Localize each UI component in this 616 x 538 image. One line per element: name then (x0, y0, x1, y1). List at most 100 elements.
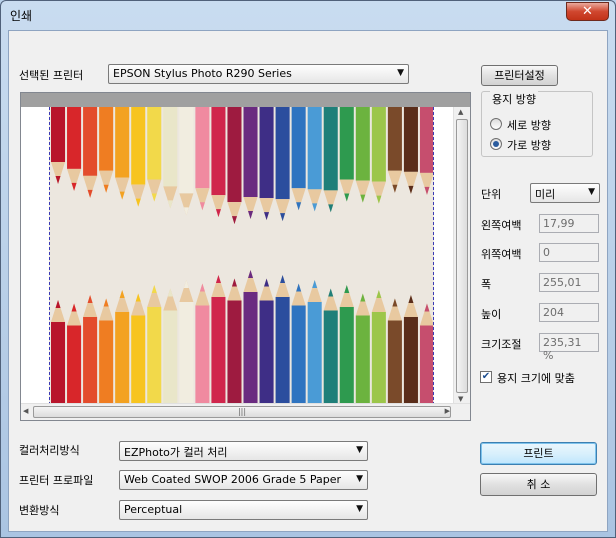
horizontal-scrollbar[interactable]: ◀ ||| ▶ (21, 403, 470, 420)
pencil-bottom (243, 292, 258, 420)
chevron-down-icon: ▼ (588, 187, 595, 197)
printer-select-value: EPSON Stylus Photo R290 Series (113, 67, 292, 80)
pencil-top (51, 107, 66, 162)
vertical-scroll-thumb[interactable] (456, 119, 468, 393)
print-preview: ▲ ▼ ◀ ||| ▶ (20, 92, 471, 421)
top-margin-field[interactable]: 0 (539, 243, 599, 262)
colored-pencils-photo (51, 107, 433, 420)
pencil-lead (183, 280, 189, 288)
print-dialog: 인쇄 ✕ 선택된 프린터 EPSON Stylus Photo R290 Ser… (0, 0, 616, 538)
chevron-down-icon: ▼ (356, 474, 363, 484)
pencil-lead (424, 186, 430, 195)
landscape-label[interactable]: 가로 방향 (507, 137, 551, 153)
pencil-top (307, 107, 322, 190)
pencil-lead (424, 303, 430, 312)
unit-select[interactable]: 미리 ▼ (530, 183, 600, 203)
scroll-left-icon[interactable]: ◀ (23, 407, 28, 415)
printer-label: 선택된 프린터 (19, 69, 84, 82)
pencil-top (131, 107, 146, 185)
cancel-button[interactable]: 취 소 (480, 473, 597, 496)
pencil-lead (312, 280, 318, 288)
pencil-top (403, 107, 418, 172)
scale-label: 크기조절 (481, 338, 522, 351)
color-handling-label: 컬러처리방식 (19, 444, 80, 457)
scroll-right-icon[interactable]: ▶ (445, 407, 450, 415)
pencil-lead (151, 193, 157, 202)
pencil-top (291, 107, 306, 189)
orientation-group-label: 용지 방향 (490, 91, 538, 107)
pencil-lead (280, 213, 286, 222)
vertical-scrollbar[interactable]: ▲ ▼ (453, 107, 470, 404)
pencil-lead (167, 200, 173, 209)
pencil-lead (55, 176, 61, 184)
pencil-lead (199, 283, 205, 292)
pencil-lead (55, 300, 61, 308)
portrait-radio[interactable] (490, 118, 502, 130)
print-button[interactable]: 프린트 (480, 442, 597, 465)
height-label: 높이 (481, 308, 502, 321)
color-handling-value: EZPhoto가 컬러 처리 (124, 446, 228, 459)
pencil-top (355, 107, 370, 181)
pencil-lead (231, 216, 237, 225)
pencil-top (67, 107, 82, 169)
scroll-down-icon[interactable]: ▼ (458, 395, 463, 403)
left-margin-field[interactable]: 17,99 (539, 214, 599, 233)
pencil-lead (199, 202, 205, 211)
pencil-lead (392, 298, 398, 307)
chevron-down-icon: ▼ (356, 504, 363, 514)
title-bar[interactable]: 인쇄 ✕ (1, 1, 615, 27)
pencil-lead (296, 283, 302, 292)
rendering-intent-value: Perceptual (124, 503, 183, 516)
pencil-lead (231, 278, 237, 287)
pencil-lead (151, 285, 157, 293)
width-label: 폭 (481, 278, 492, 291)
pencil-lead (296, 202, 302, 211)
fit-to-paper-label[interactable]: 용지 크기에 맞춤 (497, 370, 575, 386)
scale-field[interactable]: 235,31 % (539, 333, 599, 362)
pencil-lead (167, 288, 173, 297)
pencil-lead (248, 270, 254, 278)
chevron-down-icon: ▼ (356, 445, 363, 455)
pencil-top (275, 107, 290, 200)
dialog-body: 선택된 프린터 EPSON Stylus Photo R290 Series ▼… (8, 30, 608, 532)
pencil-lead (71, 303, 77, 312)
close-button[interactable]: ✕ (566, 2, 609, 21)
printer-profile-value: Web Coated SWOP 2006 Grade 5 Paper (124, 473, 342, 486)
fit-to-paper-checkbox[interactable]: ✔ (480, 371, 492, 383)
pencil-lead (376, 195, 382, 204)
pencil-lead (135, 198, 141, 207)
pencil-lead (344, 285, 350, 293)
pencil-top (323, 107, 338, 191)
pencil-lead (71, 182, 77, 191)
pencil-lead (103, 298, 109, 307)
rendering-intent-label: 변환방식 (19, 504, 60, 517)
width-field[interactable]: 255,01 (539, 273, 599, 292)
pencil-lead (376, 290, 382, 298)
landscape-radio[interactable] (490, 138, 502, 150)
pencil-lead (135, 293, 141, 302)
pencil-top (83, 107, 98, 176)
preview-image (49, 107, 434, 420)
chevron-down-icon: ▼ (397, 68, 404, 78)
pencil-top (99, 107, 114, 171)
pencil-lead (87, 189, 93, 198)
printer-select[interactable]: EPSON Stylus Photo R290 Series ▼ (108, 64, 409, 84)
scroll-up-icon[interactable]: ▲ (458, 108, 463, 116)
height-field[interactable]: 204 (539, 303, 599, 322)
pencil-lead (312, 203, 318, 212)
top-margin-label: 위쪽여백 (481, 248, 522, 261)
portrait-label[interactable]: 세로 방향 (507, 117, 551, 133)
horizontal-scroll-thumb[interactable]: ||| (33, 406, 451, 418)
pencil-lead (360, 194, 366, 203)
pencil-top (211, 107, 226, 196)
pencil-lead (280, 275, 286, 283)
printer-settings-button[interactable]: 프린터설정 (481, 65, 558, 86)
color-handling-select[interactable]: EZPhoto가 컬러 처리 ▼ (119, 441, 368, 461)
printer-profile-select[interactable]: Web Coated SWOP 2006 Grade 5 Paper ▼ (119, 470, 368, 490)
rendering-intent-select[interactable]: Perceptual ▼ (119, 500, 368, 520)
unit-label: 단위 (481, 188, 502, 201)
pencil-top (419, 107, 433, 173)
pencil-bottom (275, 297, 290, 420)
pencil-lead (119, 290, 125, 298)
pencil-top (179, 107, 194, 194)
